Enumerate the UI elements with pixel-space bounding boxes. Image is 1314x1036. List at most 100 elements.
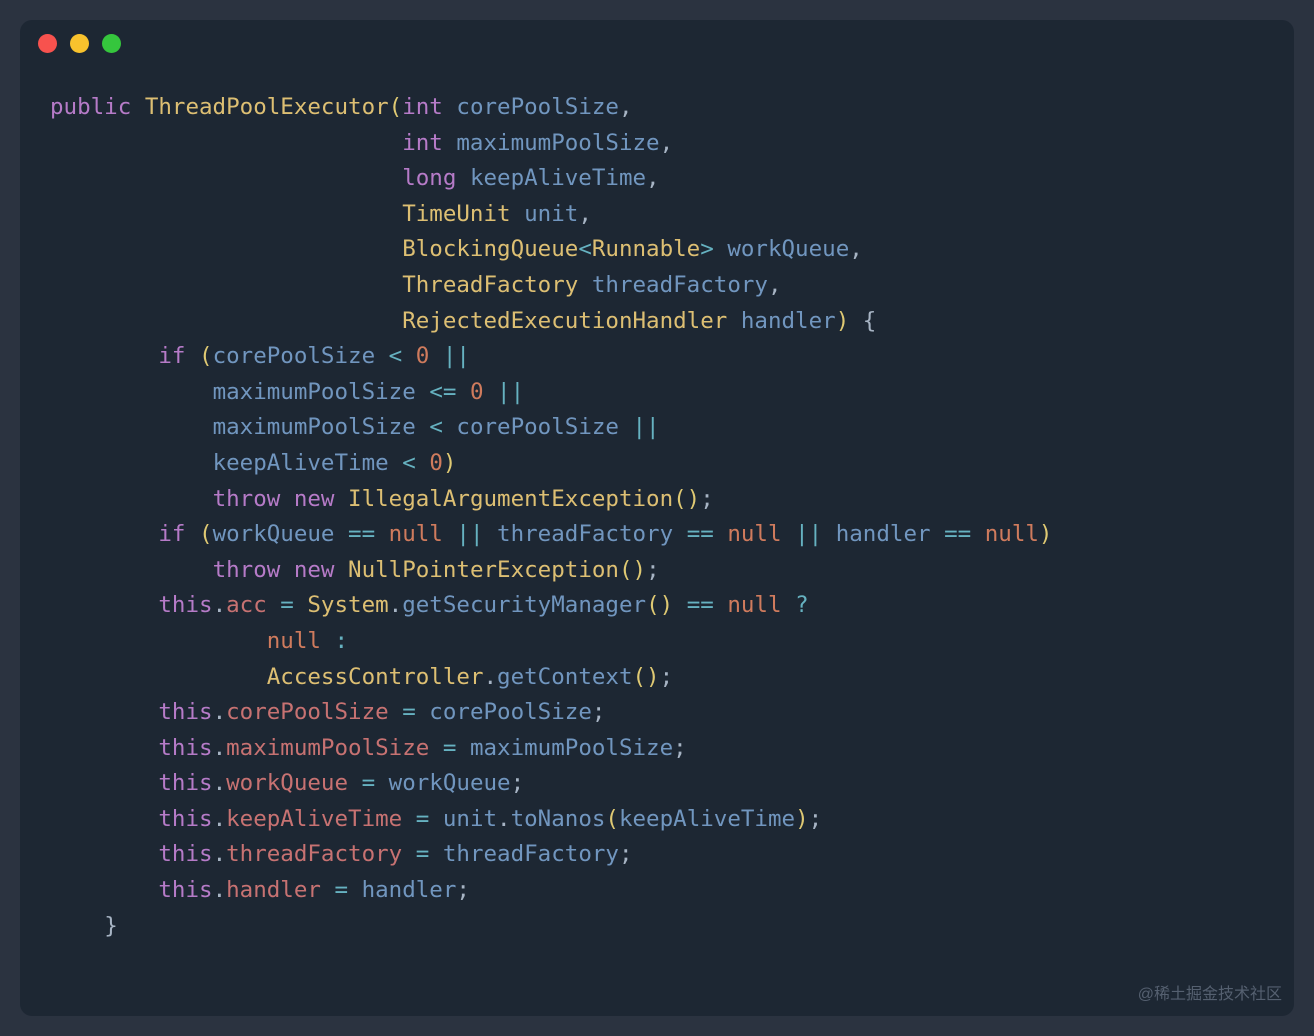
code-token: || [633, 414, 660, 440]
close-icon[interactable] [38, 34, 57, 53]
code-token: > [700, 236, 714, 262]
code-token: () [619, 557, 646, 583]
code-line: this.acc = System.getSecurityManager() =… [50, 588, 1264, 624]
code-token [50, 450, 213, 476]
code-token [416, 450, 430, 476]
code-token: ? [795, 592, 809, 618]
code-token: || [456, 521, 483, 547]
code-token: null [985, 521, 1039, 547]
code-token: maximumPoolSize [226, 735, 429, 761]
code-token: () [633, 664, 660, 690]
code-token [714, 236, 728, 262]
code-token [50, 308, 402, 334]
code-token: threadFactory [484, 521, 687, 547]
code-token: || [443, 343, 470, 369]
code-token: : [334, 628, 348, 654]
code-token: ( [199, 343, 213, 369]
code-token: ; [592, 699, 606, 725]
code-token: handler [348, 877, 456, 903]
code-token: || [497, 379, 524, 405]
code-token: ( [389, 94, 403, 120]
code-token [849, 308, 863, 334]
code-token [402, 343, 416, 369]
code-token [484, 379, 498, 405]
code-line: throw new NullPointerException(); [50, 553, 1264, 589]
code-line: public ThreadPoolExecutor(int corePoolSi… [50, 90, 1264, 126]
code-token: IllegalArgumentException [348, 486, 673, 512]
code-token: getContext [497, 664, 632, 690]
code-token: ; [660, 664, 674, 690]
code-token: == [348, 521, 375, 547]
code-token [782, 592, 796, 618]
code-window: public ThreadPoolExecutor(int corePoolSi… [20, 20, 1294, 1016]
code-line: BlockingQueue<Runnable> workQueue, [50, 232, 1264, 268]
code-token: if [158, 521, 185, 547]
code-line: keepAliveTime < 0) [50, 446, 1264, 482]
code-token: null [727, 521, 781, 547]
code-token: . [213, 841, 227, 867]
code-token [50, 130, 402, 156]
code-token: maximumPoolSize [213, 379, 430, 405]
code-token: = [416, 806, 430, 832]
window-titlebar [20, 20, 1294, 66]
code-token: unit [429, 806, 497, 832]
code-token: < [389, 343, 403, 369]
code-token [782, 521, 796, 547]
code-token: 0 [416, 343, 430, 369]
code-token: workQueue [226, 770, 348, 796]
code-token [673, 592, 687, 618]
code-token [50, 699, 158, 725]
code-token: int [402, 130, 443, 156]
code-token: AccessController [267, 664, 484, 690]
code-token: = [334, 877, 348, 903]
code-token: () [646, 592, 673, 618]
code-token: null [389, 521, 443, 547]
code-token [402, 841, 416, 867]
code-token: ( [605, 806, 619, 832]
code-token: , [646, 165, 660, 191]
code-token [334, 557, 348, 583]
code-token: ) [1039, 521, 1053, 547]
code-token [443, 521, 457, 547]
code-token [727, 308, 741, 334]
code-token: maximumPoolSize [456, 130, 659, 156]
code-token: NullPointerException [348, 557, 619, 583]
code-line: throw new IllegalArgumentException(); [50, 482, 1264, 518]
code-token: keepAliveTime [470, 165, 646, 191]
code-token [131, 94, 145, 120]
code-token [50, 913, 104, 939]
code-line: this.handler = handler; [50, 873, 1264, 909]
code-token [348, 770, 362, 796]
code-token: . [497, 806, 511, 832]
code-token: ; [511, 770, 525, 796]
code-token: acc [226, 592, 267, 618]
code-line: this.threadFactory = threadFactory; [50, 837, 1264, 873]
code-token: ThreadPoolExecutor [145, 94, 389, 120]
code-line: maximumPoolSize <= 0 || [50, 375, 1264, 411]
code-token: = [443, 735, 457, 761]
code-token: < [402, 450, 416, 476]
minimize-icon[interactable] [70, 34, 89, 53]
code-token: keepAliveTime [213, 450, 403, 476]
code-token [50, 664, 267, 690]
code-token [50, 628, 267, 654]
code-token: corePoolSize [213, 343, 389, 369]
code-token: corePoolSize [443, 414, 633, 440]
maximize-icon[interactable] [102, 34, 121, 53]
code-token: this [158, 841, 212, 867]
code-token [321, 628, 335, 654]
code-token: == [687, 592, 714, 618]
code-token: TimeUnit [402, 201, 510, 227]
code-token [321, 877, 335, 903]
code-token: keepAliveTime [226, 806, 402, 832]
code-token: ( [199, 521, 213, 547]
code-token [267, 592, 281, 618]
code-token [50, 379, 213, 405]
code-token: long [402, 165, 456, 191]
code-line: AccessController.getContext(); [50, 660, 1264, 696]
code-token [50, 414, 213, 440]
code-token: = [402, 699, 416, 725]
code-token [50, 841, 158, 867]
code-token [578, 272, 592, 298]
code-token: maximumPoolSize [213, 414, 430, 440]
